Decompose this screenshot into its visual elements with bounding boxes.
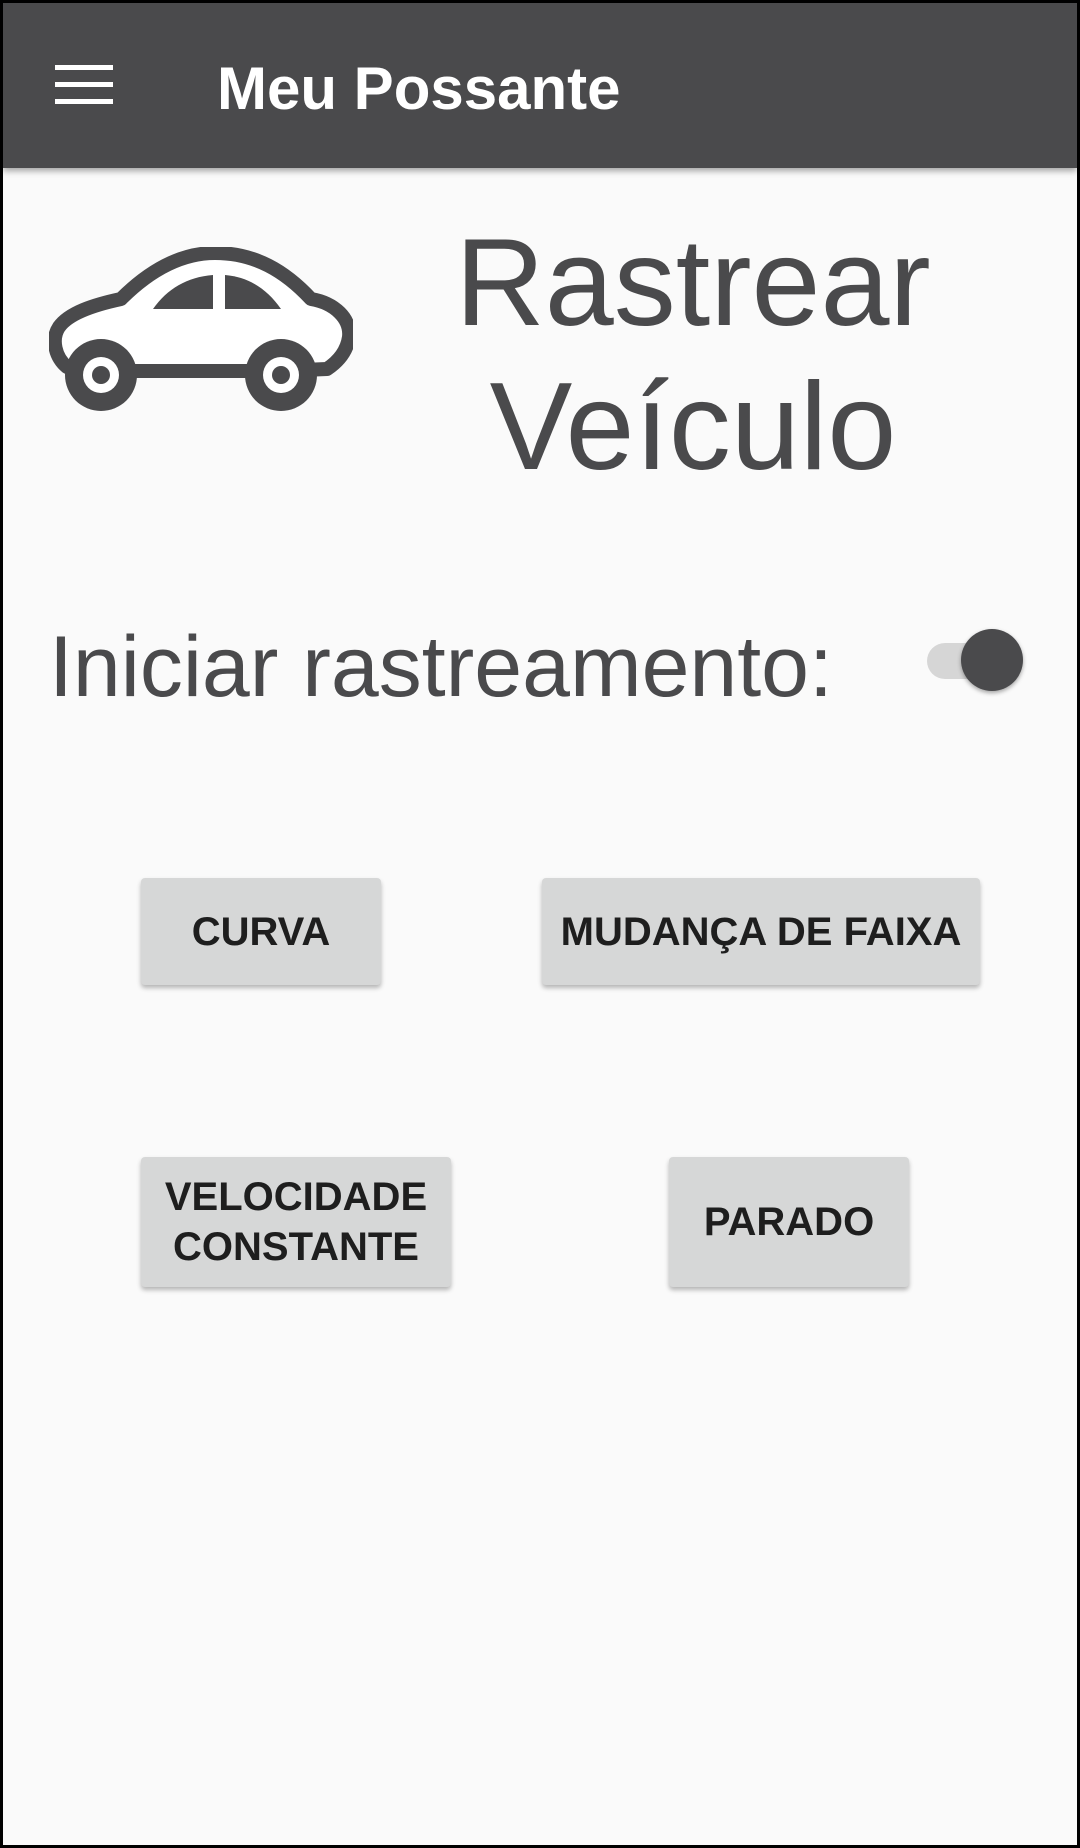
app-title: Meu Possante xyxy=(217,55,621,122)
hamburger-menu-icon[interactable] xyxy=(55,65,113,105)
page-title-line-2: Veículo xyxy=(489,358,897,496)
tracking-switch-label: Iniciar rastreamento: xyxy=(49,619,833,715)
page-title-line-1: Rastrear xyxy=(455,214,931,352)
switch-thumb xyxy=(961,629,1023,691)
car-icon xyxy=(49,247,353,411)
velocidade-constante-button[interactable]: VELOCIDADE CONSTANTE xyxy=(141,1157,451,1287)
app-screen: Meu Possante Rastrear Veículo Iniciar ra… xyxy=(3,3,1077,1845)
parado-button[interactable]: PARADO xyxy=(669,1157,909,1287)
app-bar: Meu Possante xyxy=(3,3,1077,168)
tracking-toggle-switch[interactable] xyxy=(923,629,1023,693)
curva-button-label: CURVA xyxy=(191,909,331,954)
mudanca-de-faixa-button[interactable]: MUDANÇA DE FAIXA xyxy=(542,878,980,985)
velocidade-constante-label-line-1: VELOCIDADE xyxy=(164,1175,428,1219)
velocidade-constante-label-line-2: CONSTANTE xyxy=(173,1225,419,1269)
mudanca-de-faixa-button-label: MUDANÇA DE FAIXA xyxy=(560,909,962,954)
page-title: Rastrear Veículo xyxy=(403,211,983,499)
parado-button-label: PARADO xyxy=(703,1200,875,1244)
curva-button[interactable]: CURVA xyxy=(141,878,381,985)
